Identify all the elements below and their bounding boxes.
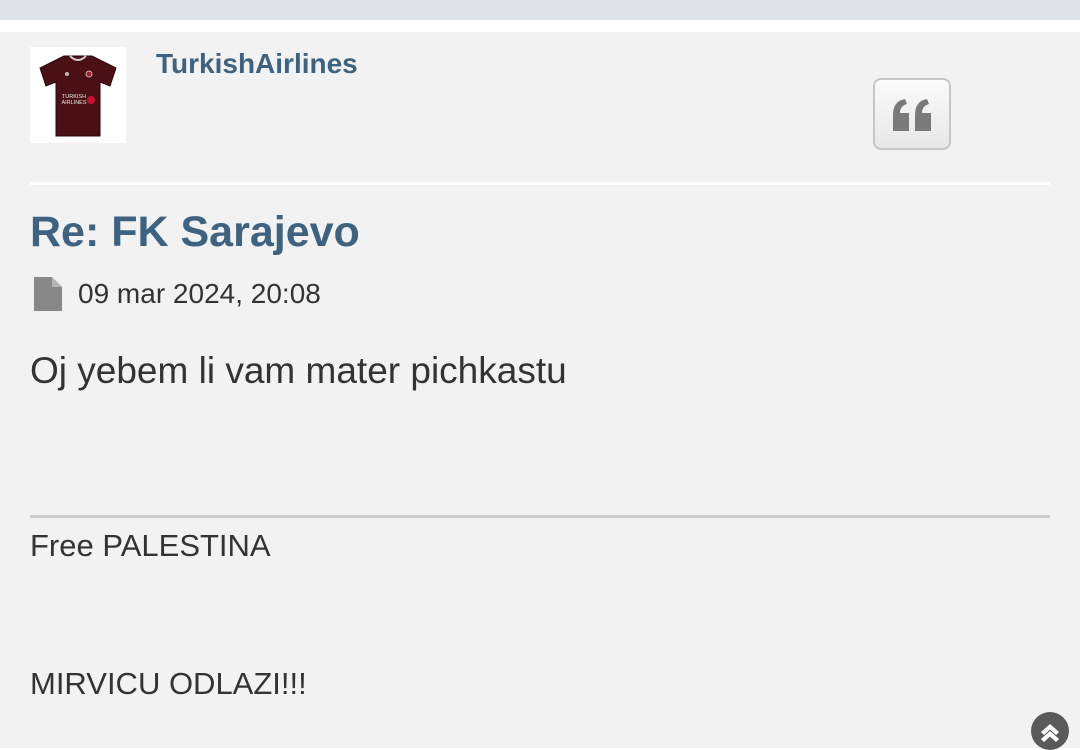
quote-button[interactable] [873,78,951,150]
signature-line-1: Free PALESTINA [30,528,271,563]
header-divider [30,182,1050,185]
post-content: Oj yebem li vam mater pichkastu [30,350,567,391]
scroll-to-top-button[interactable] [1031,712,1069,750]
post-title[interactable]: Re: FK Sarajevo [30,208,360,257]
signature-line-2: MIRVICU ODLAZI!!! [30,666,307,701]
signature-divider [30,515,1050,518]
jersey-text-2: AIRLINES [61,100,86,106]
chevron-up-circle-icon [1041,724,1059,742]
quote-icon [893,99,931,131]
file-icon[interactable] [32,277,64,311]
jersey-avatar-icon: TURKISH AIRLINES [39,55,117,137]
username-link[interactable]: TurkishAirlines [156,48,358,80]
post-meta: 09 mar 2024, 20:08 [30,276,321,312]
forum-post: TURKISH AIRLINES TurkishAirlines Re: FK … [0,32,1080,750]
post-date: 09 mar 2024, 20:08 [78,278,321,309]
header-band [0,0,1080,20]
user-avatar[interactable]: TURKISH AIRLINES [30,47,126,143]
